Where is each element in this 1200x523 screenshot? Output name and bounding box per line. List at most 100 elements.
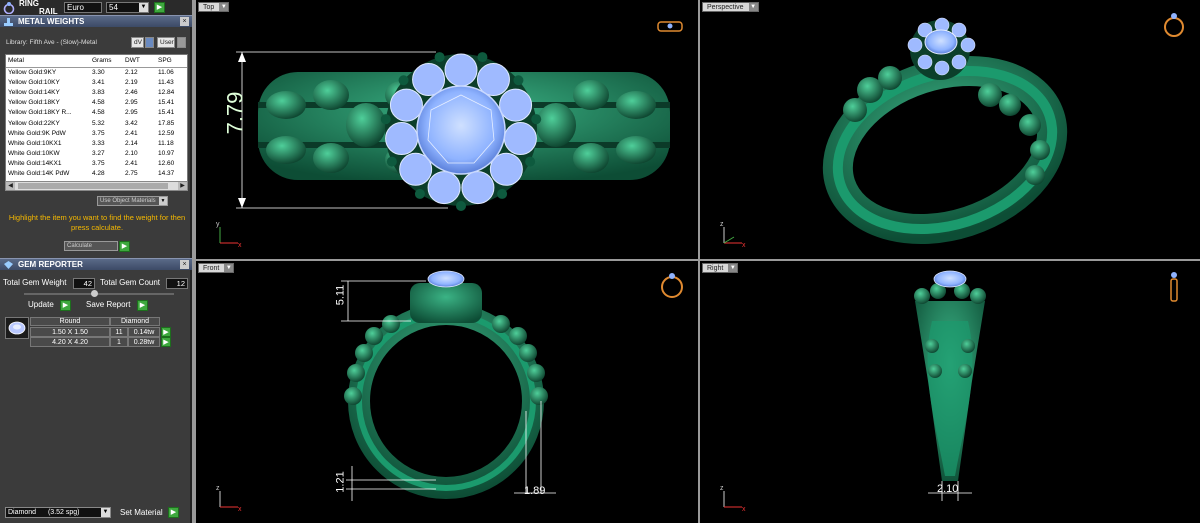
info-icon[interactable] [145,37,154,48]
chevron-down-icon: ▼ [748,3,758,11]
col-metal[interactable]: Metal [6,55,90,68]
viewport-right[interactable]: Right ▼ 2.10 z x [700,261,1200,523]
halo-gem [427,171,461,205]
metal-weights-title: METAL WEIGHTS [18,17,85,26]
viewport-top[interactable]: Top ▼ 7.79 y x [196,0,698,259]
table-cell: Yellow Gold:18KY [8,99,60,107]
calculate-field[interactable]: Calculate [64,241,118,251]
halo-gem [503,122,537,156]
table-cell: 4.28 [92,170,105,178]
table-cell: 12.84 [158,88,175,96]
size-value-select[interactable]: 54 ▼ [106,2,149,13]
calculate-button[interactable]: ▶ [119,241,130,252]
slider-knob[interactable] [91,290,98,297]
col-round: Round [30,317,110,326]
table-row[interactable]: White Gold:10KW 3.27 2.10 10.97 [6,149,187,159]
axis-gizmo: y x [216,221,246,249]
table-cell: Yellow Gold:18KY R... [8,109,72,117]
gem-slider[interactable] [24,290,174,297]
update-label: Update [28,300,54,309]
dimension-width: 7.79 [222,91,248,135]
chevron-down-icon: ▼ [219,3,229,11]
size-system-value: Euro [67,3,84,12]
use-object-materials-select[interactable]: Use Object Materials ▼ [97,196,168,206]
save-report-label: Save Report [86,300,131,309]
table-cell: 11.06 [158,68,174,76]
table-row[interactable]: White Gold:9K PdW 3.75 2.41 12.59 [6,128,187,138]
viewport-right-label[interactable]: Right ▼ [702,263,739,273]
size-value: 54 [109,3,118,12]
table-row[interactable]: White Gold:14K PdW 4.28 2.75 14.37 [6,169,187,179]
table-cell: 17.85 [158,119,175,127]
table-row[interactable]: Yellow Gold:14KY 3.83 2.46 12.84 [6,87,187,97]
table-row[interactable]: White Gold:14KX1 3.75 2.41 12.60 [6,159,187,169]
dv-button[interactable]: dV [131,37,144,48]
apply-size-button[interactable]: ▶ [154,2,165,13]
table-cell: Yellow Gold:14KY [8,88,60,96]
col-spg[interactable]: SPG [156,55,187,68]
table-cell: 4.58 [92,99,105,107]
material-select[interactable]: Diamond (3.52 spg) ▼ [5,507,111,518]
table-row[interactable]: Yellow Gold:22KY 5.32 3.42 17.85 [6,118,187,128]
gem-row-1-size: 1.50 X 1.50 [30,327,110,337]
material-name: Diamond [8,509,37,516]
table-cell: 11.18 [158,139,174,147]
gem-row-1-tw: 0.14tw [128,327,160,337]
table-cell: 2.41 [125,160,138,168]
viewport-front-label[interactable]: Front ▼ [198,263,235,273]
viewport-front[interactable]: Front ▼ 5.11 1.21 1.89 z x [196,261,698,523]
viewport-perspective[interactable]: Perspective ▼ z x [700,0,1200,259]
gem-row-2-select-button[interactable]: ▶ [161,337,171,347]
table-row[interactable]: Yellow Gold:10KY 3.41 2.19 11.43 [6,77,187,87]
table-cell: Yellow Gold:9KY [8,68,57,76]
dimension-shank-thickness: 1.21 [334,471,347,493]
table-cell: 2.10 [125,150,138,158]
chevron-down-icon: ▼ [139,3,148,12]
library-label: Library: Fifth Ave - (Slow)-Metal [6,39,97,46]
axis-z-label: z [720,485,724,492]
close-icon[interactable]: × [180,260,189,269]
save-report-button[interactable]: ▶ [137,300,148,311]
table-cell: 12.59 [158,129,175,137]
prong-bead [414,188,425,199]
dimension-shank-width: 1.89 [524,485,546,497]
set-material-button[interactable]: ▶ [168,507,179,518]
table-row[interactable]: White Gold:10KX1 3.33 2.14 11.18 [6,138,187,148]
table-row[interactable]: Yellow Gold:18KY R... 4.58 2.95 15.41 [6,108,187,118]
table-cell: 3.27 [92,150,105,158]
table-cell: 3.83 [92,88,105,96]
table-cell: 3.42 [125,119,138,127]
perspective-view-ring [822,13,1184,245]
scroll-left-icon[interactable]: ◀ [6,182,15,190]
table-row[interactable]: Yellow Gold:18KY 4.58 2.95 15.41 [6,98,187,108]
close-icon[interactable]: × [180,17,189,26]
table-header-row: Metal Grams DWT SPG [6,55,187,68]
halo-gem [444,53,478,87]
viewport-top-label[interactable]: Top ▼ [198,2,230,12]
table-horizontal-scrollbar[interactable]: ◀ ▶ [5,181,188,191]
axis-gizmo: z x [216,485,246,513]
gem-table: Round Diamond 1.50 X 1.50 11 0.14tw ▶ 4.… [5,317,191,350]
update-button[interactable]: ▶ [60,300,71,311]
col-dwt[interactable]: DWT [123,55,156,68]
user-button[interactable]: User [157,37,175,48]
viewport-perspective-label[interactable]: Perspective ▼ [702,2,759,12]
table-cell: 2.41 [125,129,138,137]
ring-icon [3,2,15,14]
table-cell: 12.60 [158,160,175,168]
table-row[interactable]: Yellow Gold:9KY 3.30 2.12 11.06 [6,67,187,77]
axis-y-label: y [216,221,220,228]
user-dropdown-icon[interactable] [177,37,186,48]
table-cell: White Gold:10KX1 [8,139,62,147]
scroll-thumb[interactable] [18,183,168,189]
prong-bead [386,156,397,167]
gem-thumbnail [5,317,29,339]
axis-z-label: z [720,221,724,228]
gem-row-1-select-button[interactable]: ▶ [161,327,171,337]
scale-icon [4,18,13,26]
prong-bead [497,188,508,199]
size-system-field[interactable]: Euro [64,2,102,13]
scroll-right-icon[interactable]: ▶ [178,182,187,190]
col-grams[interactable]: Grams [90,55,123,68]
table-cell: 15.41 [158,99,175,107]
